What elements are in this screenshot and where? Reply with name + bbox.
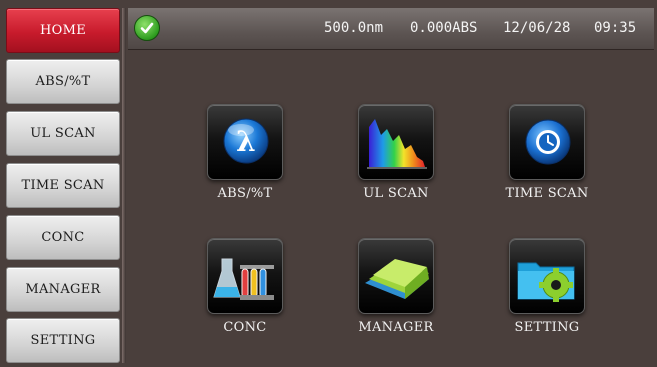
tile-label: ABS/%T [217,186,273,201]
tile-label: CONC [223,320,267,335]
sidebar-item-label: ABS/%T [35,74,91,89]
tile-label: UL SCAN [363,186,429,201]
spectrum-icon [358,104,434,180]
gear-folder-icon [509,238,585,314]
sidebar-item-time-scan[interactable]: TIME SCAN [6,163,120,208]
lambda-icon: λ [207,104,283,180]
folders-icon [358,238,434,314]
tile-setting[interactable]: SETTING [487,238,607,356]
sidebar-divider [122,8,126,363]
flasks-icon [207,238,283,314]
svg-text:λ: λ [236,125,256,158]
check-circle-icon [134,15,160,41]
tile-conc[interactable]: CONC [185,238,305,356]
wavelength-readout: 500.0nm [324,20,384,36]
sidebar-item-conc[interactable]: CONC [6,215,120,260]
absorbance-readout: 0.000ABS [410,20,478,36]
sidebar-item-manager[interactable]: MANAGER [6,267,120,312]
sidebar-item-label: TIME SCAN [21,178,105,193]
instrument-screen: HOME ABS/%T UL SCAN TIME SCAN CONC MANAG… [0,0,657,367]
time-readout: 09:35 [594,20,637,36]
tile-time-scan[interactable]: TIME SCAN [487,104,607,222]
tile-manager[interactable]: MANAGER [336,238,456,356]
sidebar-item-label: MANAGER [25,282,101,297]
sidebar-item-setting[interactable]: SETTING [6,318,120,363]
date-readout: 12/06/28 [503,20,571,36]
tile-ul-scan[interactable]: UL SCAN [336,104,456,222]
tile-label: SETTING [514,320,580,335]
home-grid: λ ABS/%T UL SCAN TIME SCAN CONC MANAGER … [128,52,654,363]
sidebar-item-home[interactable]: HOME [6,8,120,53]
sidebar-item-label: HOME [40,23,86,38]
clock-icon [509,104,585,180]
sidebar-item-abs[interactable]: ABS/%T [6,59,120,104]
sidebar-item-ul-scan[interactable]: UL SCAN [6,111,120,156]
sidebar-item-label: UL SCAN [30,126,96,141]
sidebar-nav: HOME ABS/%T UL SCAN TIME SCAN CONC MANAG… [6,8,120,363]
tile-label: TIME SCAN [505,186,589,201]
status-bar: 500.0nm 0.000ABS 12/06/28 09:35 [128,8,654,50]
sidebar-item-label: CONC [41,230,85,245]
tile-label: MANAGER [358,320,434,335]
sidebar-item-label: SETTING [30,333,96,348]
tile-abs[interactable]: λ ABS/%T [185,104,305,222]
